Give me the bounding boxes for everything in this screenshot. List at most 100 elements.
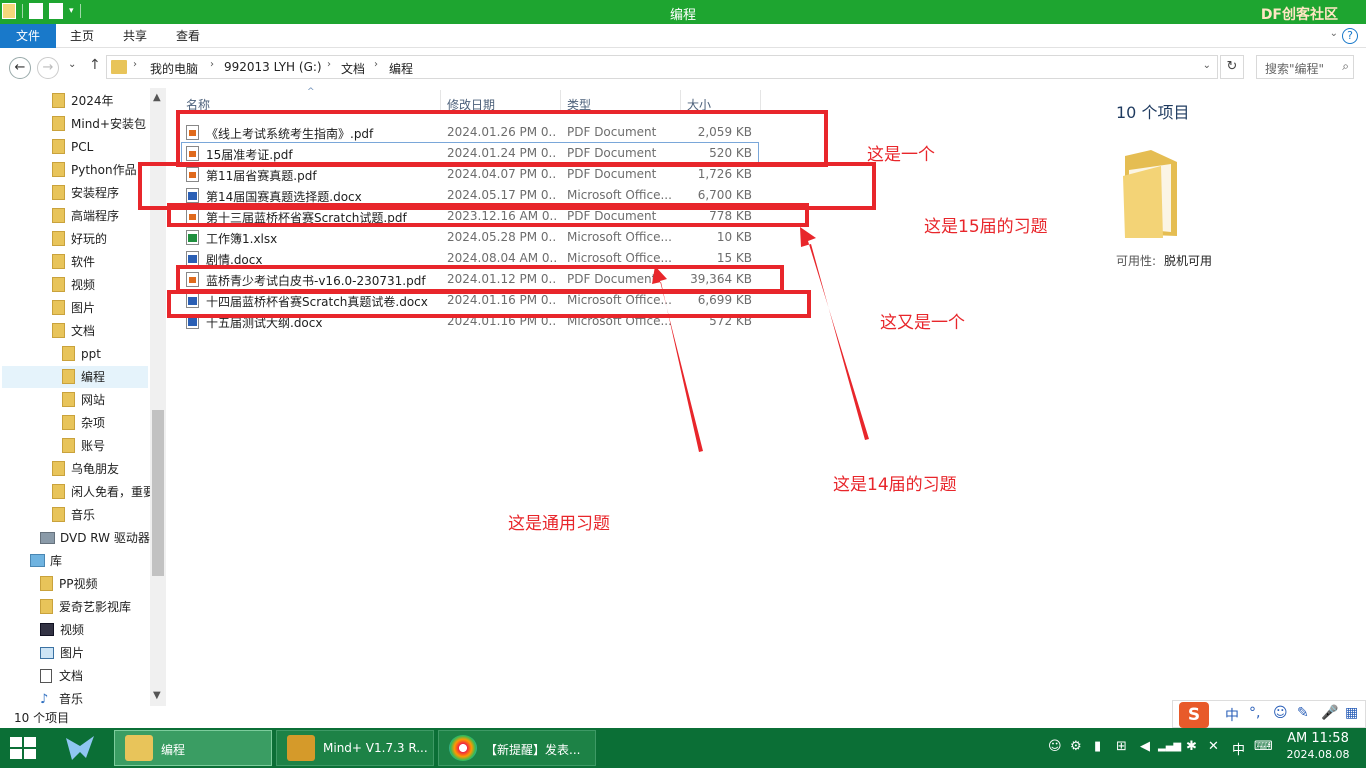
nav-item-pcl[interactable]: PCL	[52, 136, 93, 158]
qq-icon[interactable]: ☺	[1048, 739, 1062, 754]
taskbar-item-browser[interactable]: 【新提醒】发表...	[438, 730, 596, 766]
scroll-up-icon[interactable]: ▲	[153, 92, 161, 103]
ribbon-expand-icon[interactable]: ⌄	[1330, 28, 1338, 39]
sogou-logo-icon[interactable]: S	[1179, 702, 1209, 728]
folder-icon	[52, 254, 65, 269]
address-dropdown-icon[interactable]: ⌄	[1203, 60, 1211, 71]
tab-home[interactable]: 主页	[70, 24, 94, 48]
nav-item-software[interactable]: 软件	[52, 251, 95, 273]
nav-item-picture-library[interactable]: 图片	[40, 642, 84, 664]
annotation-text: 这是15届的习题	[924, 217, 1048, 237]
refresh-button[interactable]: ↻	[1220, 55, 1244, 79]
bluetooth-icon[interactable]: ✱	[1186, 739, 1197, 754]
up-button[interactable]: ↑	[89, 57, 101, 73]
drive-icon	[40, 532, 55, 544]
address-bar[interactable]: › 我的电脑 › 992013 LYH (G:) › 文档 › 编程 ⌄	[106, 55, 1218, 79]
annotation-text: 这又是一个	[880, 313, 965, 333]
nav-item-fun[interactable]: 好玩的	[52, 228, 107, 250]
nav-item-installers[interactable]: 安装程序	[52, 182, 119, 204]
nav-item-ppt[interactable]: ppt	[62, 343, 101, 365]
folder-icon	[52, 93, 65, 108]
nav-item-videos[interactable]: 视频	[52, 274, 95, 296]
excel-icon	[186, 230, 199, 245]
folder-icon	[62, 415, 75, 430]
folder-icon	[52, 162, 65, 177]
network-icon[interactable]: ⊞	[1116, 739, 1127, 754]
folder-icon	[52, 484, 65, 499]
nav-item-accounts[interactable]: 账号	[62, 435, 105, 457]
taskbar-item-explorer[interactable]: 编程	[114, 730, 272, 766]
keyboard-icon[interactable]: ⌨	[1254, 739, 1273, 754]
scrollbar-thumb[interactable]	[152, 410, 164, 576]
breadcrumb-my-computer[interactable]: 我的电脑	[150, 60, 198, 77]
title-bar: ▾ 编程 DF创客社区	[0, 0, 1366, 24]
nav-item-advanced[interactable]: 高端程序	[52, 205, 119, 227]
tab-view[interactable]: 查看	[176, 24, 200, 48]
search-icon: ⌕	[1342, 59, 1349, 73]
annotation-box	[167, 290, 811, 318]
battery-icon[interactable]: ▮	[1094, 739, 1101, 754]
word-icon	[186, 251, 199, 266]
settings-icon[interactable]: ⚙	[1070, 739, 1082, 754]
music-library-icon: ♪	[40, 692, 49, 707]
folder-icon	[52, 300, 65, 315]
nav-item-iqiyi[interactable]: 爱奇艺影视库	[40, 596, 131, 618]
signal-icon[interactable]: ▂▄▆	[1158, 741, 1181, 752]
taskbar: 编程 Mind+ V1.7.3 R... 【新提醒】发表... ☺ ⚙ ▮ ⊞ …	[0, 728, 1366, 768]
nav-item-music[interactable]: 音乐	[52, 504, 95, 526]
nav-item-libraries[interactable]: 库	[30, 550, 62, 572]
nav-item-video-library[interactable]: 视频	[40, 619, 84, 641]
folder-icon	[62, 346, 75, 361]
recent-locations-icon[interactable]: ⌄	[68, 59, 76, 70]
ime-mode[interactable]: 中	[1225, 705, 1239, 725]
tab-share[interactable]: 共享	[123, 24, 147, 48]
nav-item-document-library[interactable]: 文档	[40, 665, 83, 687]
item-count: 10 个项目	[1116, 103, 1190, 122]
annotation-text: 这是通用习题	[508, 514, 610, 534]
volume-icon[interactable]: ◀	[1140, 739, 1150, 754]
annotation-box	[176, 265, 784, 293]
skin-icon[interactable]: ✎	[1297, 705, 1309, 721]
nav-item-programming[interactable]: 编程	[2, 366, 148, 388]
pinned-app-icon[interactable]	[62, 732, 98, 764]
breadcrumb-drive[interactable]: 992013 LYH (G:)	[224, 60, 322, 74]
clock[interactable]: AM 11:58 2024.08.08	[1280, 731, 1356, 761]
ime-toolbar[interactable]: S 中 °, ☺ ✎ 🎤 ▦	[1172, 700, 1366, 728]
folder-icon	[52, 231, 65, 246]
close-icon[interactable]: ✕	[1208, 739, 1219, 754]
emoji-icon[interactable]: ☺	[1273, 705, 1288, 721]
nav-item-mindplus[interactable]: Mind+安装包	[52, 113, 146, 135]
input-language[interactable]: 中	[1232, 739, 1245, 758]
breadcrumb-programming[interactable]: 编程	[389, 60, 413, 77]
nav-item-python[interactable]: Python作品	[52, 159, 137, 181]
nav-item-private[interactable]: 闲人免看，重要	[52, 481, 155, 503]
nav-item-turtle-friends[interactable]: 乌龟朋友	[52, 458, 119, 480]
help-icon[interactable]: ?	[1342, 28, 1358, 44]
address-row: ← → ⌄ ↑ › 我的电脑 › 992013 LYH (G:) › 文档 › …	[0, 48, 1366, 88]
search-input[interactable]: 搜索"编程" ⌕	[1256, 55, 1354, 79]
nav-item-documents[interactable]: 文档	[52, 320, 95, 342]
folder-icon	[62, 438, 75, 453]
punctuation-icon[interactable]: °,	[1249, 705, 1260, 721]
tab-file[interactable]: 文件	[0, 24, 56, 48]
start-button[interactable]	[10, 737, 38, 761]
nav-item-music-library[interactable]: ♪ 音乐	[40, 688, 83, 706]
forward-button[interactable]: →	[37, 57, 59, 79]
back-button[interactable]: ←	[9, 57, 31, 79]
toolbox-icon[interactable]: ▦	[1345, 705, 1358, 721]
nav-item-misc[interactable]: 杂项	[62, 412, 105, 434]
breadcrumb-documents[interactable]: 文档	[341, 60, 365, 77]
nav-item-pictures[interactable]: 图片	[52, 297, 95, 319]
folder-icon	[1123, 150, 1177, 238]
nav-item-dvd-drive[interactable]: DVD RW 驱动器	[40, 527, 150, 549]
file-row[interactable]: 工作簿1.xlsx 2024.05.28 PM 0... Microsoft O…	[182, 227, 758, 248]
folder-icon	[52, 185, 65, 200]
scroll-down-icon[interactable]: ▼	[153, 690, 161, 701]
folder-icon	[52, 507, 65, 522]
taskbar-item-mindplus[interactable]: Mind+ V1.7.3 R...	[276, 730, 434, 766]
nav-item-2024[interactable]: 2024年	[52, 90, 114, 112]
microphone-icon[interactable]: 🎤	[1321, 705, 1338, 721]
nav-item-pp-video[interactable]: PP视频	[40, 573, 97, 595]
clock-time: AM 11:58	[1287, 731, 1349, 746]
nav-item-websites[interactable]: 网站	[62, 389, 105, 411]
